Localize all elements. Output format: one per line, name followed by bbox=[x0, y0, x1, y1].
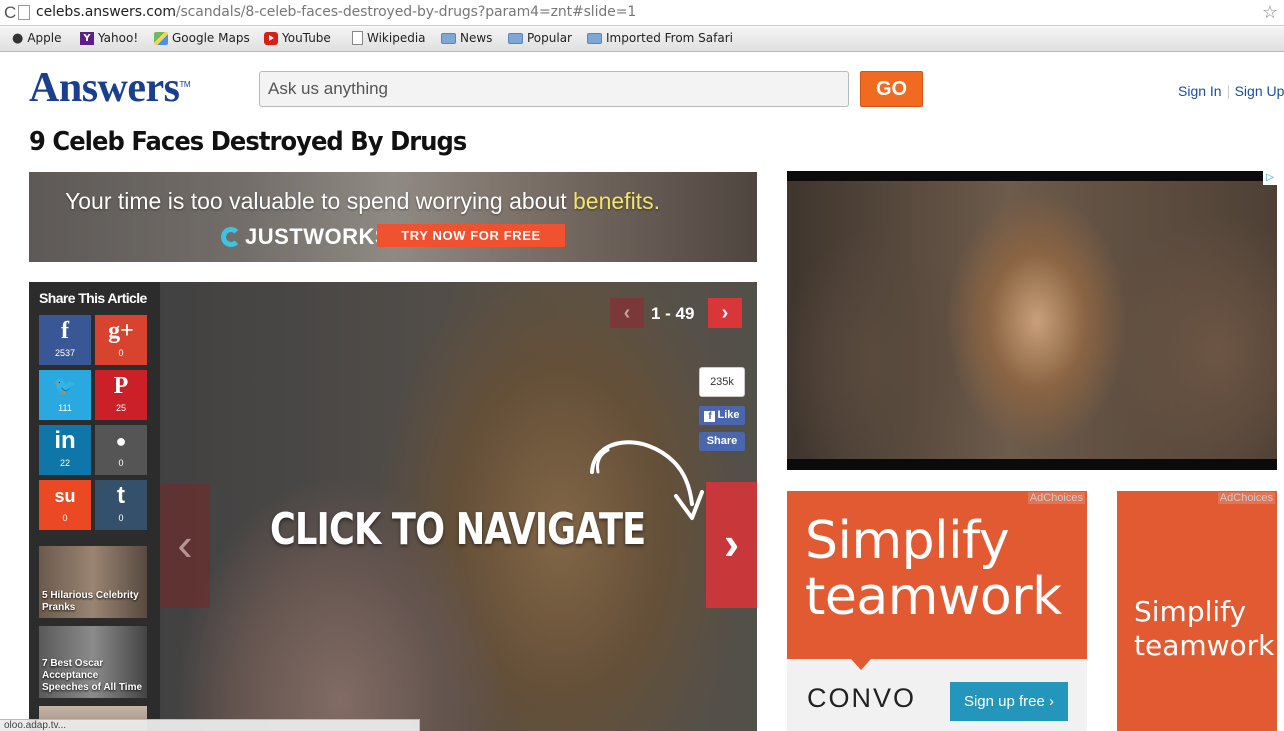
url-path: /scandals/8-celeb-faces-destroyed-by-dru… bbox=[175, 4, 637, 20]
bookmark-apple[interactable]: ● Apple bbox=[12, 31, 62, 45]
adchoices-icon[interactable]: ▷ bbox=[1263, 171, 1277, 185]
adchoices-link[interactable]: AdChoices bbox=[1217, 492, 1275, 504]
convo-ad-small[interactable]: AdChoices Simplify teamwork bbox=[1117, 491, 1277, 731]
twitter-share-button[interactable]: 🐦 111 bbox=[39, 370, 91, 420]
go-button[interactable]: GO bbox=[860, 71, 923, 107]
answers-logo[interactable]: AnswersTM bbox=[29, 64, 191, 112]
try-now-button[interactable]: TRY NOW FOR FREE bbox=[377, 224, 565, 247]
facebook-icon: f bbox=[61, 318, 69, 344]
page-icon bbox=[352, 31, 363, 45]
facebook-icon: f bbox=[704, 411, 716, 422]
share-sidebar: Share This Article f 2537 g+ 0 🐦 111 P 25 in… bbox=[29, 282, 160, 731]
convo-ad[interactable]: AdChoices Simplify teamwork CONVO Sign up… bbox=[787, 491, 1087, 731]
convo-logo: CONVO bbox=[807, 683, 917, 713]
related-article-thumb[interactable]: 7 Best Oscar Acceptance Speeches of All … bbox=[39, 626, 147, 698]
url-host: celebs.answers.com bbox=[36, 4, 176, 20]
page-icon bbox=[18, 5, 30, 20]
facebook-share-button[interactable]: f 2537 bbox=[39, 315, 91, 365]
pinterest-icon: P bbox=[113, 373, 129, 399]
trademark-mark: TM bbox=[179, 80, 191, 89]
bookmark-imported-from-safari[interactable]: Imported From Safari bbox=[587, 31, 733, 45]
tumblr-icon: t bbox=[117, 482, 125, 509]
video-frame bbox=[787, 181, 1277, 459]
convo-headline: Simplify teamwork bbox=[805, 511, 1062, 627]
tumblr-share-button[interactable]: t0 bbox=[95, 480, 147, 530]
apple-icon: ● bbox=[12, 30, 24, 46]
bookmark-popular[interactable]: Popular bbox=[508, 31, 572, 45]
slide-counter: 1 - 49 bbox=[651, 304, 695, 323]
stumbleupon-share-button[interactable]: su 0 bbox=[39, 480, 91, 530]
auth-links: Sign In Sign Up bbox=[1178, 83, 1284, 100]
video-ad[interactable]: ▷ bbox=[787, 171, 1277, 470]
related-article-thumb[interactable]: 5 Hilarious Celebrity Pranks bbox=[39, 546, 147, 618]
folder-icon bbox=[441, 32, 456, 44]
banner-overlay bbox=[29, 172, 757, 262]
search-input[interactable] bbox=[259, 71, 849, 107]
sign-up-link[interactable]: Sign Up bbox=[1235, 83, 1284, 99]
url-field[interactable]: celebs.answers.com/scandals/8-celeb-face… bbox=[36, 4, 636, 20]
slideshow: Share This Article f 2537 g+ 0 🐦 111 P 25 in… bbox=[29, 282, 757, 731]
folder-icon bbox=[508, 32, 523, 44]
linkedin-share-button[interactable]: in 22 bbox=[39, 425, 91, 475]
page-title: 9 Celeb Faces Destroyed By Drugs bbox=[29, 127, 467, 157]
adchoices-link[interactable]: AdChoices bbox=[1027, 492, 1085, 504]
speech-notch bbox=[851, 659, 871, 670]
previous-slide-button[interactable]: ‹ bbox=[160, 484, 210, 608]
counter-next-button[interactable]: › bbox=[708, 298, 742, 328]
convo-small-headline: Simplify teamwork bbox=[1134, 595, 1275, 662]
justworks-logo-icon bbox=[221, 227, 241, 247]
maps-icon bbox=[154, 31, 168, 45]
yahoo-icon: Y bbox=[80, 31, 94, 45]
justworks-logo: JUSTWORKS bbox=[221, 224, 390, 250]
bookmark-news[interactable]: News bbox=[441, 31, 492, 45]
linkedin-icon: in bbox=[54, 427, 76, 454]
twitter-icon: 🐦 bbox=[53, 376, 77, 396]
bookmark-yahoo[interactable]: Y Yahoo! bbox=[80, 31, 138, 45]
bookmarks-bar: ● Apple Y Yahoo! Google Maps YouTube Wikip… bbox=[0, 27, 1284, 52]
banner-headline: Your time is too valuable to spend worry… bbox=[65, 188, 660, 214]
reddit-icon: ● bbox=[115, 431, 127, 451]
next-slide-button[interactable]: › bbox=[706, 482, 757, 608]
divider bbox=[1227, 85, 1229, 100]
bookmark-star-icon[interactable]: ☆ bbox=[1262, 2, 1278, 23]
facebook-share-small-button[interactable]: Share bbox=[699, 432, 745, 451]
facebook-like-count: 235k bbox=[699, 367, 745, 397]
bookmark-wikipedia[interactable]: Wikipedia bbox=[352, 31, 426, 45]
sign-up-free-button[interactable]: Sign up free › bbox=[950, 682, 1068, 721]
sign-in-link[interactable]: Sign In bbox=[1178, 83, 1222, 99]
counter-prev-button[interactable]: ‹ bbox=[610, 298, 644, 328]
share-label: Share This Article bbox=[39, 290, 147, 306]
google-plus-share-button[interactable]: g+ 0 bbox=[95, 315, 147, 365]
reload-icon[interactable]: C bbox=[4, 3, 16, 23]
click-to-navigate-overlay: CLICK TO NAVIGATE bbox=[270, 504, 646, 555]
reddit-share-button[interactable]: ● 0 bbox=[95, 425, 147, 475]
browser-url-bar: C celebs.answers.com/scandals/8-celeb-fa… bbox=[0, 0, 1284, 26]
google-plus-icon: g+ bbox=[108, 318, 134, 344]
youtube-icon bbox=[264, 31, 278, 45]
pinterest-share-button[interactable]: P 25 bbox=[95, 370, 147, 420]
justworks-banner-ad[interactable]: Your time is too valuable to spend worry… bbox=[29, 172, 757, 262]
stumbleupon-icon: su bbox=[54, 486, 76, 506]
browser-status-bar: oloo.adap.tv... bbox=[0, 719, 420, 731]
bookmark-google-maps[interactable]: Google Maps bbox=[154, 31, 250, 45]
facebook-like-button[interactable]: f Like bbox=[699, 406, 745, 425]
folder-icon bbox=[587, 32, 602, 44]
bookmark-youtube[interactable]: YouTube bbox=[264, 31, 331, 45]
